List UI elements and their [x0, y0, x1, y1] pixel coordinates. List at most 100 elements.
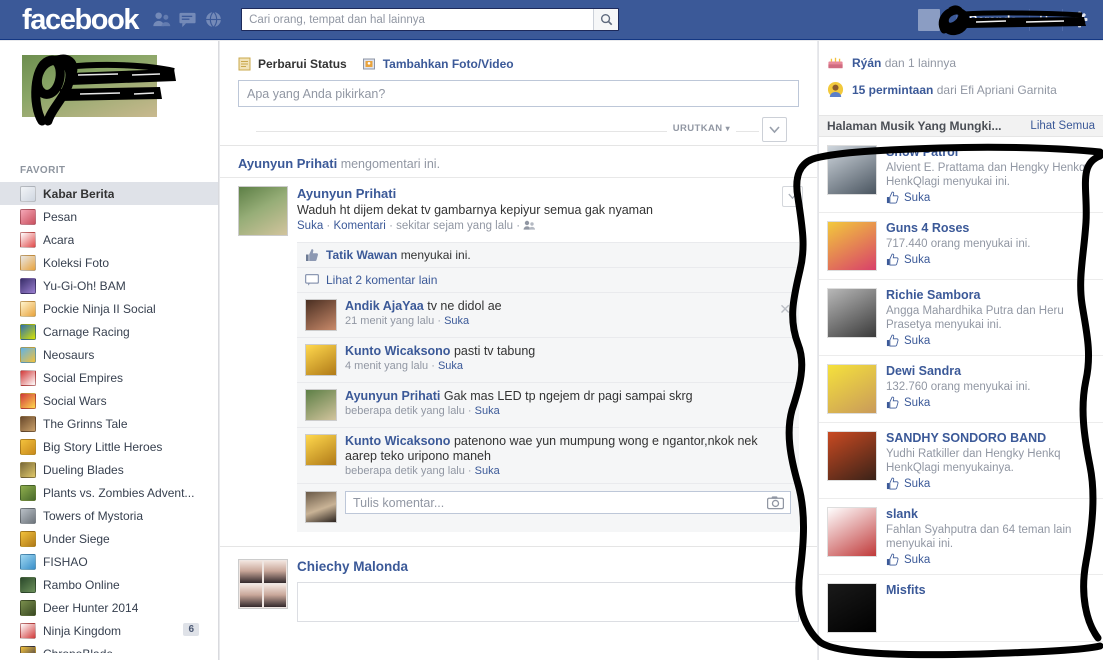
chevron-down-icon [788, 193, 797, 200]
notifications-globe-icon[interactable] [204, 10, 223, 29]
settings-button[interactable] [1065, 7, 1093, 33]
profile-link[interactable] [910, 0, 1086, 40]
post-options-button[interactable] [782, 186, 803, 207]
post-author-photo[interactable] [238, 559, 288, 609]
avatar[interactable] [305, 434, 337, 466]
favorites-heading: FAVORIT [20, 165, 66, 176]
notification-item[interactable]: Rýán dan 1 lainnya [819, 49, 1103, 76]
liker-name[interactable]: Tatik Wawan [326, 248, 397, 262]
page-name[interactable]: Dewi Sandra [886, 364, 1095, 379]
comment-input-placeholder: Tulis komentar... [353, 495, 445, 510]
post-like-link[interactable]: Suka [297, 220, 323, 232]
privacy-shortcuts-button[interactable] [1032, 7, 1060, 33]
thumbs-up-icon [886, 253, 899, 266]
search-input[interactable] [242, 9, 594, 30]
post-author-name[interactable]: Ayunyun Prihati [297, 186, 799, 201]
page-name[interactable]: slank [886, 507, 1095, 522]
page-name[interactable]: Misfits [886, 583, 1095, 598]
page-thumbnail[interactable] [827, 507, 877, 557]
sidebar-item-social-wars[interactable]: Social Wars [0, 389, 218, 412]
sidebar-item-pockie-ninja-ii-social[interactable]: Pockie Ninja II Social [0, 297, 218, 320]
sidebar-item-koleksi-foto[interactable]: Koleksi Foto [0, 251, 218, 274]
sidebar-item-pesan[interactable]: Pesan [0, 205, 218, 228]
page-thumbnail[interactable] [827, 221, 877, 271]
sidebar-item-kabar-berita[interactable]: Kabar Berita [0, 182, 218, 205]
sidebar-item-rambo-online[interactable]: Rambo Online [0, 573, 218, 596]
page-like-button[interactable]: Suka [886, 553, 1095, 566]
close-icon[interactable]: ✕ [779, 301, 791, 318]
see-all-link[interactable]: Lihat Semua [1030, 120, 1095, 132]
search-bar[interactable] [241, 8, 620, 31]
sidebar-item-carnage-racing[interactable]: Carnage Racing [0, 320, 218, 343]
camera-icon[interactable] [767, 495, 784, 510]
comment-body: Andik AjaYaa tv ne didol ae 21 menit yang… [345, 299, 791, 331]
comment-author[interactable]: Andik AjaYaa [345, 299, 424, 313]
sidebar-item-fishao[interactable]: FISHAO [0, 550, 218, 573]
view-more-comments-link[interactable]: Lihat 2 komentar lain [297, 268, 799, 293]
news-feed-icon [20, 185, 36, 202]
sidebar-item-neosaurs[interactable]: Neosaurs [0, 343, 218, 366]
page-name[interactable]: SANDHY SONDORO BAND [886, 431, 1095, 446]
comment-like-link[interactable]: Suka [444, 315, 469, 327]
page-name[interactable]: Snow Patrol [886, 145, 1095, 160]
page-like-button[interactable]: Suka [886, 334, 1095, 347]
story-action: mengomentari ini. [340, 157, 441, 171]
game-icon [20, 576, 36, 593]
tab-add-photo-video[interactable]: Tambahkan Foto/Video [362, 57, 514, 71]
sidebar-item-acara[interactable]: Acara [0, 228, 218, 251]
page-like-button[interactable]: Suka [886, 253, 1095, 266]
story-actor[interactable]: Ayunyun Prihati [238, 156, 337, 171]
facebook-logo[interactable]: facebook [22, 5, 140, 35]
comment-like-link[interactable]: Suka [475, 465, 500, 477]
comment-author[interactable]: Kunto Wicaksono [345, 434, 450, 448]
comment-like-link[interactable]: Suka [475, 405, 500, 417]
feed-scroll-down-button[interactable] [762, 117, 787, 142]
post-container: Ayunyun Prihati Waduh ht dijem dekat tv … [220, 177, 817, 236]
page-thumbnail[interactable] [827, 431, 877, 481]
messages-icon[interactable] [178, 10, 197, 29]
sidebar-item-towers-of-mystoria[interactable]: Towers of Mystoria [0, 504, 218, 527]
comment-like-link[interactable]: Suka [438, 360, 463, 372]
page-social-context: 132.760 orang menyukai ini. [886, 381, 1031, 393]
sidebar-item-ninja-kingdom[interactable]: Ninja Kingdom 6 [0, 619, 218, 642]
tab-update-status[interactable]: Perbarui Status [238, 57, 347, 71]
comment-author[interactable]: Ayunyun Prihati [345, 389, 440, 403]
post-author-photo[interactable] [238, 186, 288, 236]
page-social-context: Fahlan Syahputra dan 64 teman lain menyu… [886, 524, 1072, 550]
avatar[interactable] [305, 389, 337, 421]
thumbs-up-icon [306, 249, 318, 261]
sidebar-item-dueling-blades[interactable]: Dueling Blades [0, 458, 218, 481]
page-thumbnail[interactable] [827, 583, 877, 633]
avatar[interactable] [305, 344, 337, 376]
sort-dropdown[interactable]: URUTKAN ▾ [666, 123, 736, 134]
post-comment-link[interactable]: Komentari [333, 220, 385, 232]
sidebar-item-the-grinns-tale[interactable]: The Grinns Tale [0, 412, 218, 435]
profile-photo[interactable] [22, 55, 157, 117]
sidebar-item-big-story-little-heroes[interactable]: Big Story Little Heroes [0, 435, 218, 458]
page-name[interactable]: Richie Sambora [886, 288, 1095, 303]
comment-author[interactable]: Kunto Wicaksono [345, 344, 450, 358]
page-like-button[interactable]: Suka [886, 191, 1095, 204]
friend-requests-icon[interactable] [152, 10, 171, 29]
notification-item[interactable]: 15 permintaan dari Efi Apriani Garnita [819, 76, 1103, 103]
sidebar-item-yu-gi-oh-bam[interactable]: Yu-Gi-Oh! BAM [0, 274, 218, 297]
page-like-label: Suka [904, 553, 931, 566]
sidebar-item-plants-vs-zombies-advent[interactable]: Plants vs. Zombies Advent... [0, 481, 218, 504]
avatar[interactable] [305, 299, 337, 331]
page-thumbnail[interactable] [827, 288, 877, 338]
search-button[interactable] [593, 9, 619, 30]
page-thumbnail[interactable] [827, 364, 877, 414]
page-like-button[interactable]: Suka [886, 477, 1095, 490]
post-author-name[interactable]: Chiechy Malonda [297, 559, 799, 574]
comment-input[interactable]: Tulis komentar... [345, 491, 791, 514]
page-thumbnail[interactable] [827, 145, 877, 195]
home-link[interactable]: Beranda [959, 13, 1027, 27]
sidebar-item-under-siege[interactable]: Under Siege [0, 527, 218, 550]
tab-label: Tambahkan Foto/Video [382, 57, 514, 71]
sidebar-item-deer-hunter-2014[interactable]: Deer Hunter 2014 [0, 596, 218, 619]
page-name[interactable]: Guns 4 Roses [886, 221, 1095, 236]
page-like-button[interactable]: Suka [886, 396, 1095, 409]
sidebar-item-social-empires[interactable]: Social Empires [0, 366, 218, 389]
status-input[interactable]: Apa yang Anda pikirkan? [238, 80, 799, 107]
suggested-page-item: Guns 4 Roses 717.440 orang menyukai ini. S… [819, 213, 1103, 280]
